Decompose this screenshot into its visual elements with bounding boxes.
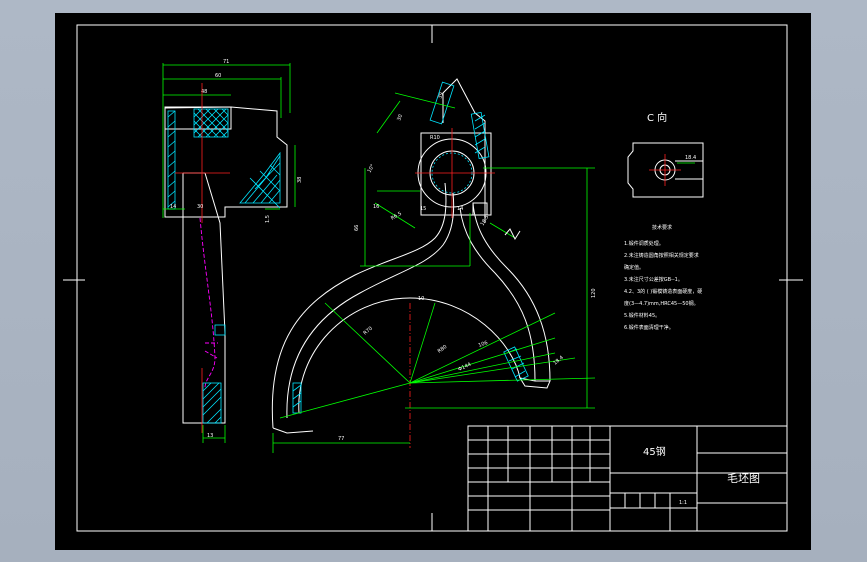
dim-14: 14 <box>457 206 463 212</box>
dim-r-small: R6.5 <box>390 211 403 222</box>
dim-18: 18.5 <box>480 214 491 227</box>
dim-c: 18.4 <box>552 355 564 367</box>
dim-phi144: Φ144 <box>457 362 472 373</box>
side-view: 71 60 48 13 14 30 1.5 38 <box>162 59 303 443</box>
dim-side-h: 1.5 <box>265 215 271 223</box>
dim-30: 30 <box>396 114 404 122</box>
dim-15: 15 <box>420 206 426 212</box>
title-block: 45钢 毛坯图 1:1 <box>467 425 788 532</box>
tech-note-2: 2.未注铸造圆角按照相关规定要求 <box>624 252 699 259</box>
dim-bottom-width: 13 <box>207 433 213 439</box>
technical-notes: 技术要求 1.锻件调质处理。 2.未注铸造圆角按照相关规定要求 确定值。 3.未… <box>624 224 702 331</box>
dim-top-inner: 60 <box>215 73 221 79</box>
tech-note-7: 5.锻件材料45。 <box>624 312 660 319</box>
tech-note-1: 1.锻件调质处理。 <box>624 240 664 247</box>
tech-note-4: 3.未注尺寸公差按GB--1。 <box>624 276 683 283</box>
dim-left-a: 14 <box>170 204 176 210</box>
dim-left-b: 30 <box>197 204 203 210</box>
front-view: R10 30 39 10° 16 66 R6.5 15 14 18.5 10 R… <box>271 78 597 453</box>
dim-66: 66 <box>354 225 360 231</box>
tech-note-5: 4.2、3的 ( )锻模铸造表面硬度，硬 <box>624 288 702 295</box>
cad-drawing: 71 60 48 13 14 30 1.5 38 R10 30 39 10° 1… <box>63 24 803 532</box>
dim-r80: R80 <box>437 344 449 355</box>
c-view-label: C 向 <box>647 111 667 124</box>
model-space-canvas[interactable]: 71 60 48 13 14 30 1.5 38 R10 30 39 10° 1… <box>55 13 811 550</box>
dim-r-boss: R10 <box>430 135 440 141</box>
title-material: 45钢 <box>643 445 666 458</box>
dim-10: 10 <box>418 296 424 302</box>
title-scale: 1:1 <box>679 500 687 506</box>
tech-note-6: 度(3—4.7)mm,HRC45—50钢。 <box>624 300 699 307</box>
tech-note-8: 6.锻件表面清理干净。 <box>624 324 674 331</box>
dim-right-h: 38 <box>297 177 303 183</box>
dim-deg: 10° <box>367 163 377 174</box>
tech-note-3: 确定值。 <box>624 264 644 271</box>
dim-120: 120 <box>591 288 597 298</box>
dim-h16: 16 <box>373 204 379 210</box>
c-view-dim: 18.4 <box>685 155 696 161</box>
dim-r70: R70 <box>362 326 373 337</box>
cad-viewport: 71 60 48 13 14 30 1.5 38 R10 30 39 10° 1… <box>0 0 867 562</box>
dim-top-overall: 71 <box>223 59 229 65</box>
dim-39: 39 <box>437 92 445 100</box>
tech-notes-title: 技术要求 <box>652 224 672 231</box>
title-drawing-name: 毛坯图 <box>727 472 760 485</box>
c-view: C 向 18.4 <box>627 111 704 198</box>
dim-77: 77 <box>338 436 344 442</box>
dim-vr: 106 <box>478 340 489 349</box>
